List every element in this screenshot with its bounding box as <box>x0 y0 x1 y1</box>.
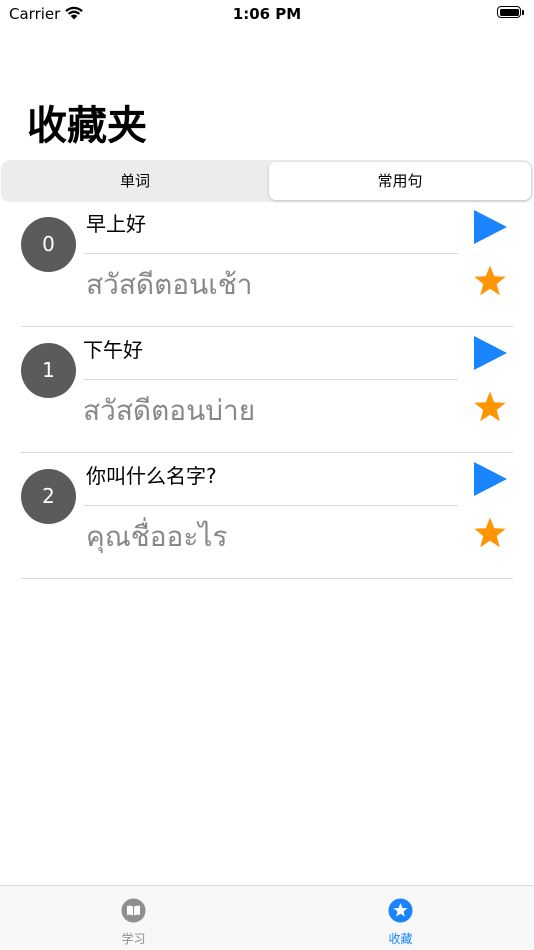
translation-text: สวัสดีตอนเช้า <box>86 268 253 301</box>
segment-words[interactable]: 单词 <box>3 162 267 200</box>
row-divider <box>83 505 458 506</box>
phrase-text: 你叫什么名字? <box>86 464 217 488</box>
segmented-control: 单词 常用句 <box>1 160 533 202</box>
row-divider <box>83 379 458 380</box>
page-title: 收藏夹 <box>27 103 147 149</box>
row-divider <box>83 253 458 254</box>
status-time: 1:06 PM <box>232 5 302 23</box>
list-item: 0 早上好 สวัสดีตอนเช้า <box>0 201 534 327</box>
star-icon[interactable] <box>472 390 508 426</box>
phrase-text: 早上好 <box>86 212 146 236</box>
index-badge: 2 <box>21 469 76 524</box>
status-bar: Carrier 1:06 PM <box>0 0 534 28</box>
book-icon <box>121 898 146 923</box>
star-icon[interactable] <box>472 516 508 552</box>
tab-label: 学习 <box>121 932 146 946</box>
tab-favorites[interactable]: 收藏 <box>267 886 534 950</box>
tab-label: 收藏 <box>388 932 413 946</box>
index-badge: 0 <box>21 217 76 272</box>
phrase-text: 下午好 <box>83 338 143 362</box>
tab-bar: 学习 收藏 <box>0 885 534 950</box>
index-badge: 1 <box>21 343 76 398</box>
list-item: 2 你叫什么名字? คุณชื่ออะไร <box>0 453 534 579</box>
list-item: 1 下午好 สวัสดีตอนบ่าย <box>0 327 534 453</box>
play-icon[interactable] <box>472 335 508 371</box>
tab-study[interactable]: 学习 <box>0 886 267 950</box>
play-icon[interactable] <box>472 209 508 245</box>
play-icon[interactable] <box>472 461 508 497</box>
translation-text: คุณชื่ออะไร <box>86 520 228 553</box>
row-divider <box>21 578 513 579</box>
star-icon[interactable] <box>472 264 508 300</box>
star-circle-icon <box>388 898 413 923</box>
segment-phrases[interactable]: 常用句 <box>269 162 531 200</box>
battery-icon <box>497 6 525 20</box>
translation-text: สวัสดีตอนบ่าย <box>83 394 256 427</box>
favorites-list: 0 早上好 สวัสดีตอนเช้า 1 下午好 สวัสดีตอนบ่าย … <box>0 201 534 579</box>
